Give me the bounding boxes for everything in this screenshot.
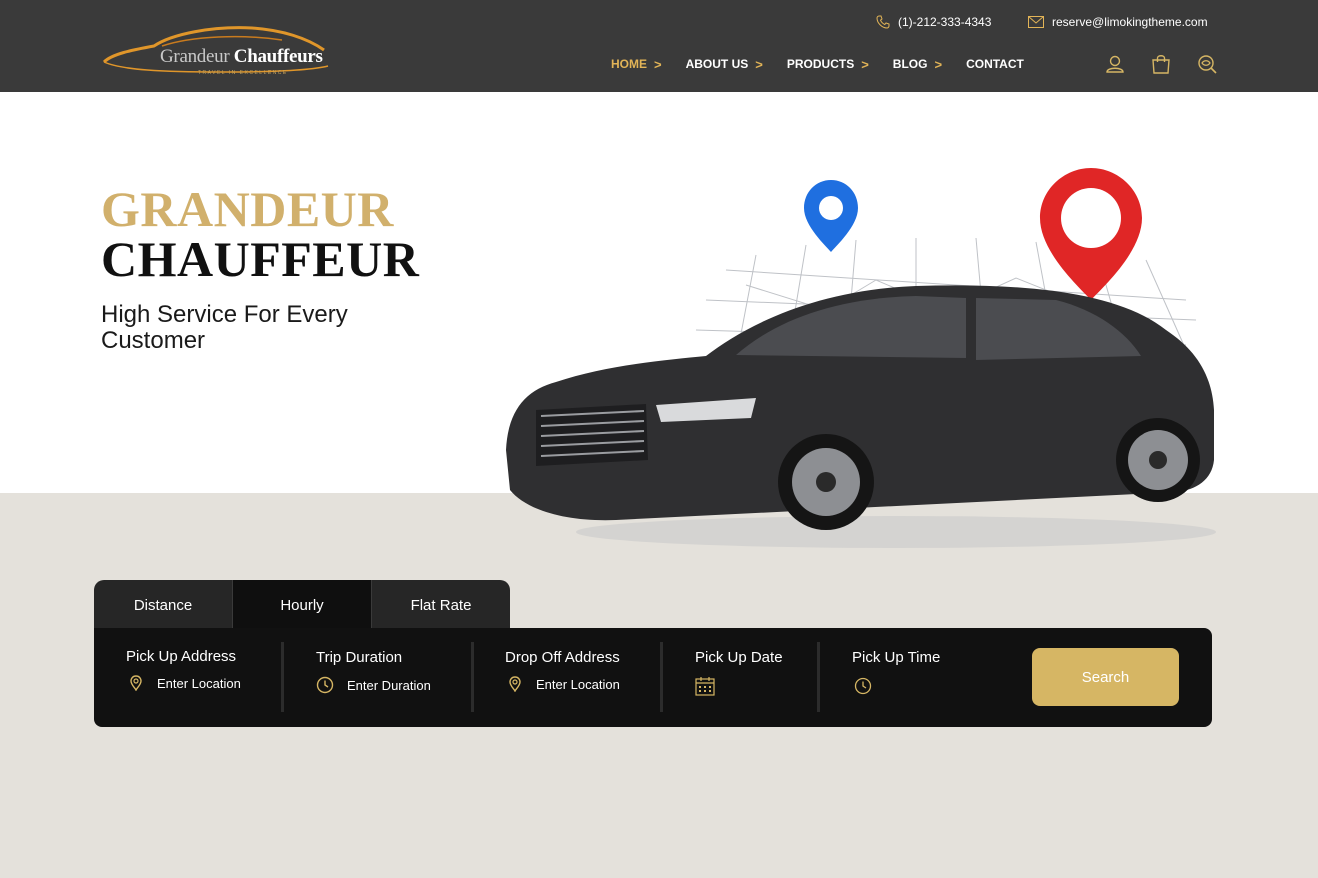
field-label: Trip Duration: [316, 649, 403, 666]
location-pin-icon: [509, 676, 521, 692]
pickup-date-input[interactable]: [695, 676, 728, 696]
phone-number: (1)-212-333-4343: [898, 15, 992, 29]
chevron-right-icon: >: [654, 56, 662, 72]
nav-item-label: BLOG: [892, 57, 928, 71]
email-contact[interactable]: reserve@limokingtheme.com: [1028, 14, 1208, 30]
field-divider: [471, 642, 474, 712]
tab-hourly[interactable]: Hourly: [232, 580, 371, 630]
tab-distance[interactable]: Distance: [94, 580, 232, 630]
field-value: Enter Location: [157, 675, 241, 691]
tab-flat-rate[interactable]: Flat Rate: [371, 580, 510, 630]
nav-item-products[interactable]: PRODUCTS >: [787, 57, 869, 72]
nav-item-about-us[interactable]: ABOUT US >: [686, 57, 763, 72]
field-label: Drop Off Address: [505, 649, 620, 666]
brand-name: Grandeur Chauffeurs: [160, 46, 323, 68]
brand-tagline: TRAVEL IN EXCELLENCE: [198, 70, 288, 76]
field-label: Pick Up Date: [695, 649, 783, 666]
blue-map-pin-icon: [804, 180, 858, 252]
nav-item-label: ABOUT US: [685, 57, 749, 71]
field-divider: [281, 642, 284, 712]
field-label: Pick Up Time: [852, 649, 941, 666]
chevron-right-icon: >: [861, 56, 869, 72]
nav-item-label: PRODUCTS: [786, 57, 855, 71]
hero-car-image: [506, 168, 1216, 548]
sedan-car-illustration: [506, 285, 1214, 530]
search-icon[interactable]: [1196, 53, 1218, 75]
booking-form: Pick Up Address Enter Location Trip Dura…: [94, 628, 1212, 727]
nav-item-label: CONTACT: [966, 57, 1024, 71]
phone-icon: [876, 15, 890, 29]
field-label: Pick Up Address: [126, 648, 237, 665]
calendar-icon: [695, 677, 715, 696]
nav-item-home[interactable]: HOME >: [611, 57, 662, 72]
header-actions: [1104, 53, 1218, 75]
field-value: Enter Location: [536, 676, 620, 692]
hero-subtitle: High Service For Every Customer: [101, 301, 348, 354]
brand-logo[interactable]: Grandeur Chauffeurs TRAVEL IN EXCELLENCE: [102, 24, 332, 78]
shopping-bag-icon[interactable]: [1150, 53, 1172, 75]
red-map-pin-icon: [1040, 168, 1142, 300]
nav-item-label: HOME: [611, 57, 647, 71]
phone-contact[interactable]: (1)-212-333-4343: [876, 14, 991, 30]
location-pin-icon: [130, 675, 142, 691]
nav-item-contact[interactable]: CONTACT: [966, 57, 1024, 71]
chevron-right-icon: >: [934, 56, 943, 72]
field-value: Enter Duration: [347, 677, 431, 693]
search-button[interactable]: Search: [1032, 648, 1179, 706]
booking-tabs: Distance Hourly Flat Rate: [94, 580, 510, 630]
email-address: reserve@limokingtheme.com: [1052, 15, 1208, 29]
nav-item-blog[interactable]: BLOG >: [893, 57, 942, 72]
user-icon[interactable]: [1104, 53, 1126, 75]
envelope-icon: [1028, 16, 1044, 28]
main-nav: HOME > ABOUT US > PRODUCTS > BLOG > CONT…: [611, 54, 1024, 74]
clock-icon: [854, 677, 872, 695]
brand-name-second: Chauffeurs: [233, 46, 323, 67]
field-divider: [817, 642, 820, 712]
clock-icon: [316, 676, 334, 694]
dropoff-address-input[interactable]: Enter Location: [507, 676, 620, 692]
pickup-address-input[interactable]: Enter Location: [128, 675, 241, 691]
site-header: Grandeur Chauffeurs TRAVEL IN EXCELLENCE…: [0, 0, 1318, 92]
chevron-right-icon: >: [755, 56, 763, 72]
trip-duration-input[interactable]: Enter Duration: [316, 676, 431, 694]
brand-name-first: Grandeur: [160, 46, 230, 67]
hero-title-line-2: CHAUFFEUR: [101, 231, 420, 287]
pickup-time-input[interactable]: [854, 677, 885, 695]
field-divider: [660, 642, 663, 712]
